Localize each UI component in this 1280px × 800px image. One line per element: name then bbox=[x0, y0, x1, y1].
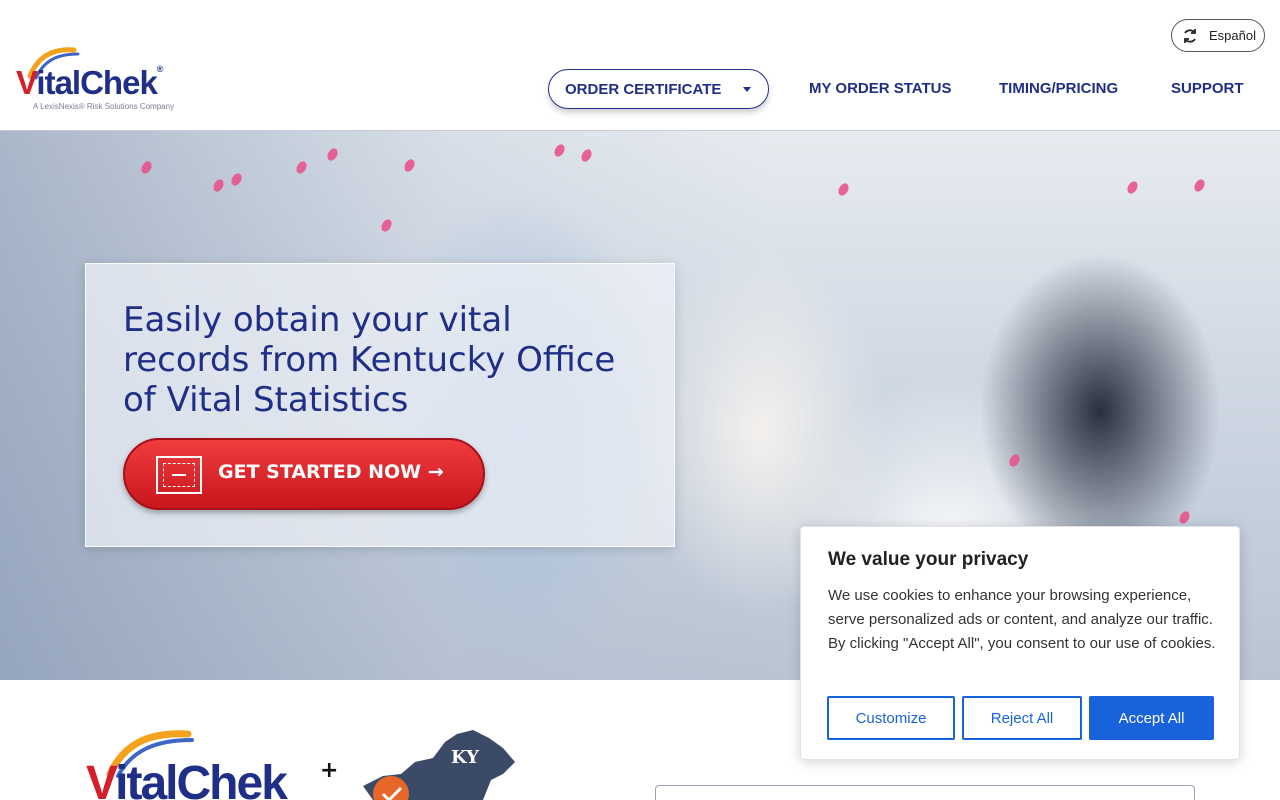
kentucky-map-icon bbox=[363, 730, 515, 800]
nav-timing-pricing[interactable]: TIMING/PRICING bbox=[999, 80, 1118, 97]
hero-card: Easily obtain your vital records from Ke… bbox=[85, 263, 675, 547]
get-started-button[interactable]: GET STARTED NOW → bbox=[123, 438, 485, 510]
accept-all-button[interactable]: Accept All bbox=[1089, 696, 1214, 740]
order-certificate-label: ORDER CERTIFICATE bbox=[565, 80, 722, 98]
chevron-down-icon bbox=[743, 87, 751, 92]
get-started-label: GET STARTED NOW → bbox=[218, 461, 444, 483]
vitalchek-partner-logo: VitalChek bbox=[86, 728, 346, 800]
hero-title: Easily obtain your vital records from Ke… bbox=[123, 300, 616, 420]
nav-support[interactable]: SUPPORT bbox=[1171, 80, 1244, 97]
order-certificate-dropdown[interactable]: ORDER CERTIFICATE bbox=[548, 69, 769, 109]
customize-button[interactable]: Customize bbox=[827, 696, 955, 740]
plus-sign: + bbox=[320, 758, 339, 783]
refresh-icon bbox=[1184, 28, 1196, 43]
main-nav: ORDER CERTIFICATE MY ORDER STATUS TIMING… bbox=[0, 69, 1280, 109]
language-label: Español bbox=[1209, 28, 1256, 43]
certificate-icon bbox=[156, 456, 202, 494]
state-abbreviation: KY bbox=[451, 747, 480, 768]
cookie-consent-banner: We value your privacy We use cookies to … bbox=[800, 526, 1240, 760]
language-toggle-button[interactable]: Español bbox=[1171, 19, 1265, 52]
site-header: VitalChek® A LexisNexis® Risk Solutions … bbox=[0, 0, 1280, 131]
cookie-title: We value your privacy bbox=[828, 549, 1029, 570]
cookie-body: We use cookies to enhance your browsing … bbox=[828, 587, 1216, 652]
reject-all-button[interactable]: Reject All bbox=[962, 696, 1082, 740]
state-search-box[interactable] bbox=[655, 785, 1195, 800]
nav-my-order-status[interactable]: MY ORDER STATUS bbox=[809, 80, 952, 97]
